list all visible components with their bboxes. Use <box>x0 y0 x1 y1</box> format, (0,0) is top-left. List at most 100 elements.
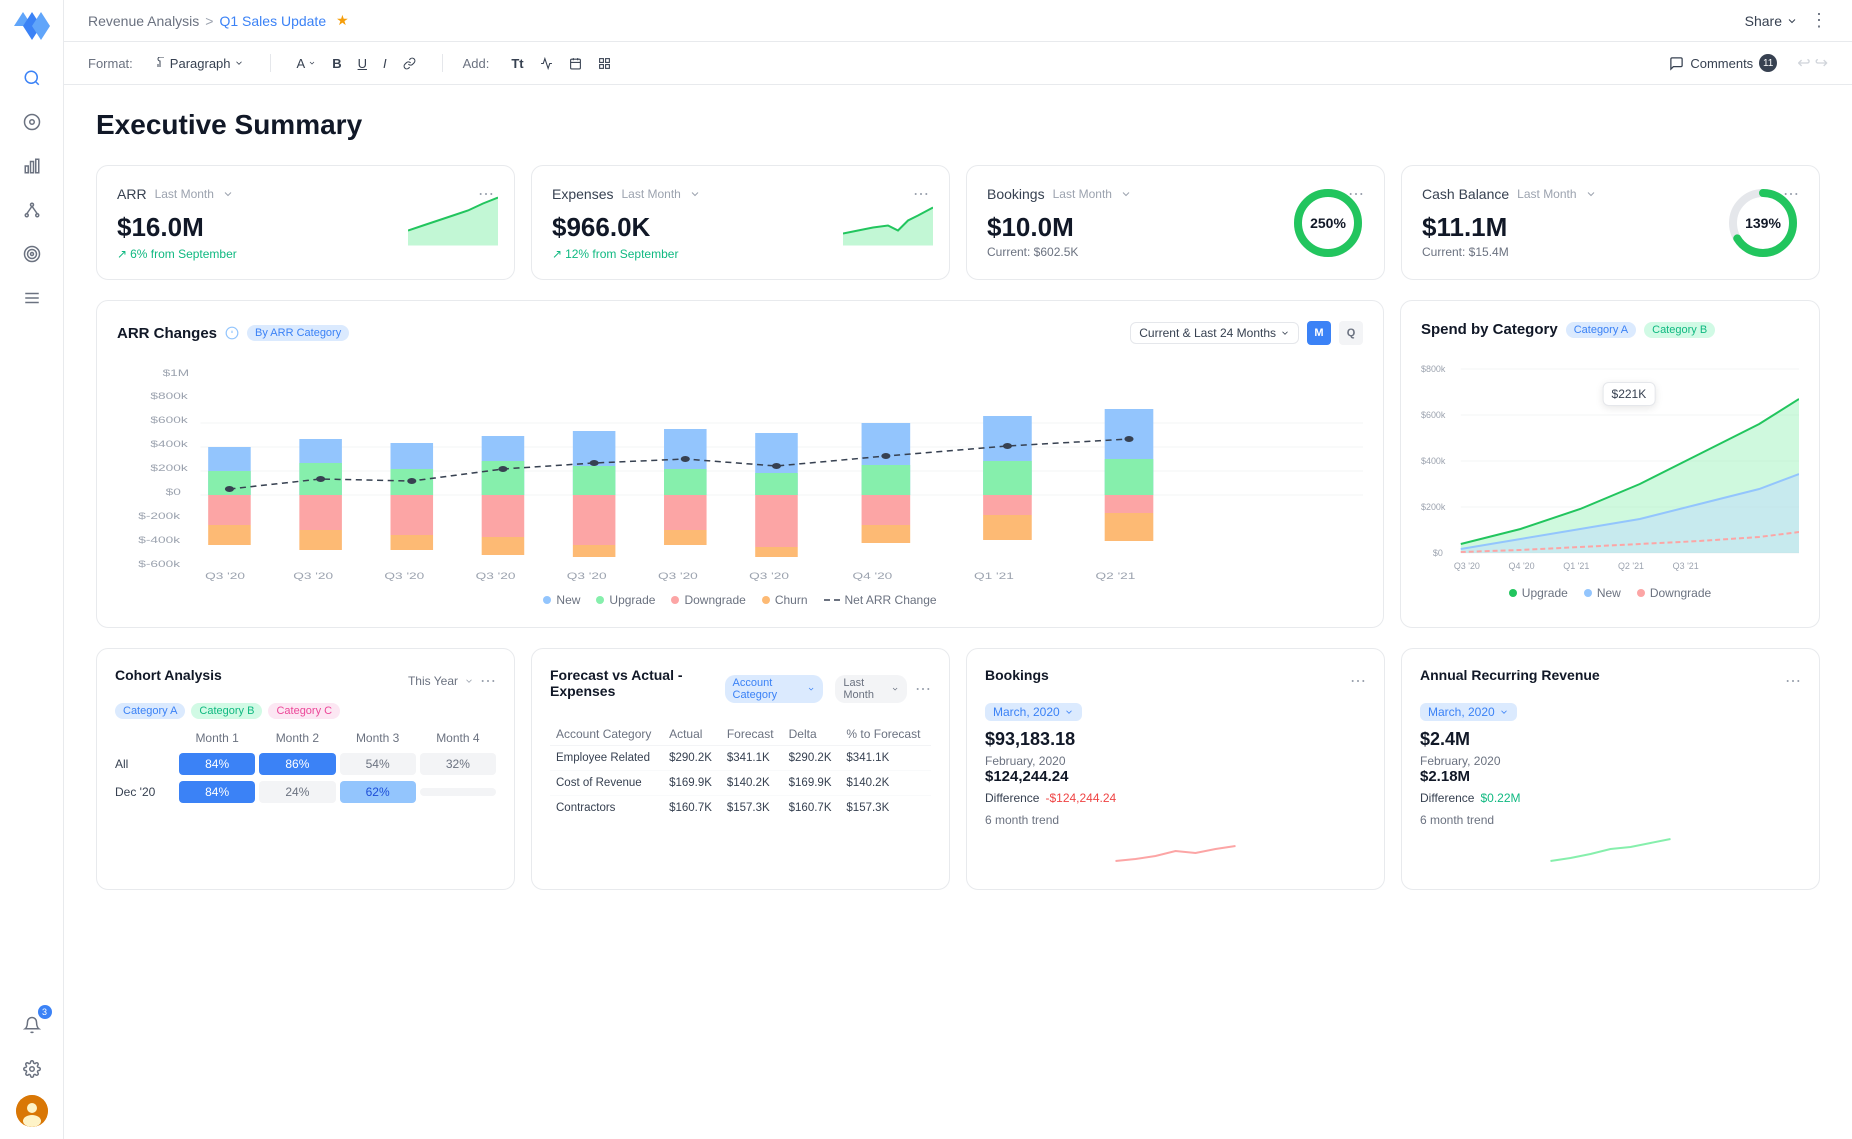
undo-redo-group: ↩ ↪ <box>1797 53 1828 73</box>
svg-text:Q3 '20: Q3 '20 <box>293 572 333 581</box>
svg-text:$0: $0 <box>166 488 181 497</box>
arr-period: Last Month <box>155 187 214 201</box>
more-options-icon[interactable]: ⋮ <box>1810 10 1828 31</box>
arr-trend-label: 6 month trend <box>1420 813 1801 827</box>
metric-card-expenses: Expenses Last Month ⋯ $966.0K ↗12% from … <box>531 165 950 280</box>
legend-upgrade: Upgrade <box>596 593 655 607</box>
svg-text:Q3 '20: Q3 '20 <box>384 572 424 581</box>
main-content: Revenue Analysis > Q1 Sales Update ★ Sha… <box>64 0 1852 1139</box>
app-logo[interactable] <box>14 12 50 40</box>
sidebar-item-network[interactable] <box>14 192 50 228</box>
cash-donut-label: 139% <box>1745 215 1781 231</box>
cohort-table: Month 1 Month 2 Month 3 Month 4 All 84% … <box>115 731 496 803</box>
svg-text:Q2 '21: Q2 '21 <box>1096 572 1136 581</box>
user-avatar[interactable] <box>16 1095 48 1127</box>
cohort-cat-a: Category A <box>115 703 185 719</box>
forecast-more[interactable]: ⋯ <box>915 679 931 699</box>
redo-button[interactable]: ↪ <box>1815 53 1828 73</box>
comments-button[interactable]: Comments 11 <box>1659 50 1787 76</box>
add-text-button[interactable]: Tt <box>505 53 529 74</box>
metric-card-cash: Cash Balance Last Month ⋯ $11.1M Current… <box>1401 165 1820 280</box>
arr-feb-label: February, 2020 <box>1420 754 1801 768</box>
sidebar-item-search[interactable] <box>14 60 50 96</box>
page-title: Executive Summary <box>96 109 1820 141</box>
italic-button[interactable]: I <box>377 53 393 74</box>
favorite-star[interactable]: ★ <box>336 12 349 29</box>
svg-text:$200k: $200k <box>150 464 187 473</box>
forecast-row-1: Cost of Revenue $169.9K $140.2K $169.9K … <box>550 771 931 796</box>
bookings-period-select[interactable]: March, 2020 <box>985 703 1082 721</box>
svg-text:Q4 '20: Q4 '20 <box>1509 561 1535 571</box>
spend-legend-upgrade: Upgrade <box>1509 586 1568 600</box>
svg-text:$400k: $400k <box>1421 456 1446 466</box>
cohort-row-all: All 84% 86% 54% 32% <box>115 753 496 775</box>
arr-btn-q[interactable]: Q <box>1339 321 1363 345</box>
bookings-small-more[interactable]: ⋯ <box>1350 671 1366 691</box>
add-chart-button[interactable] <box>534 54 559 73</box>
bold-button[interactable]: B <box>326 53 347 74</box>
breadcrumb-parent[interactable]: Revenue Analysis <box>88 13 199 29</box>
bookings-feb-label: February, 2020 <box>985 754 1366 768</box>
legend-churn: Churn <box>762 593 808 607</box>
svg-text:Q3 '20: Q3 '20 <box>205 572 245 581</box>
sidebar-item-target[interactable] <box>14 236 50 272</box>
bookings-diff-label: Difference <box>985 791 1039 805</box>
sidebar-item-list[interactable] <box>14 280 50 316</box>
sidebar-item-dashboard[interactable] <box>14 104 50 140</box>
expenses-sparkline-container <box>843 195 933 250</box>
breadcrumb-current[interactable]: Q1 Sales Update <box>219 13 326 29</box>
bookings-period-chevron[interactable] <box>1120 188 1132 200</box>
add-calendar-button[interactable] <box>563 54 588 73</box>
add-grid-button[interactable] <box>592 54 617 73</box>
expenses-sparkline <box>843 195 933 245</box>
format-paragraph-group: Paragraph <box>149 53 250 74</box>
arr-trend-chart <box>1420 831 1801 866</box>
forecast-row-0: Employee Related $290.2K $341.1K $290.2K… <box>550 746 931 771</box>
svg-text:$600k: $600k <box>150 416 187 425</box>
arr-diff-value: $0.22M <box>1480 791 1520 805</box>
sidebar-item-charts[interactable] <box>14 148 50 184</box>
forecast-title: Forecast vs Actual - Expenses <box>550 667 717 699</box>
cohort-categories: Category A Category B Category C <box>115 703 496 719</box>
legend-net-arr: Net ARR Change <box>824 593 937 607</box>
arr-btn-m[interactable]: M <box>1307 321 1331 345</box>
underline-button[interactable]: U <box>352 53 373 74</box>
forecast-badge[interactable]: Account Category <box>725 675 824 703</box>
arr-changes-chart-card: ARR Changes By ARR Category Current & La… <box>96 300 1384 628</box>
arr-info-icon[interactable] <box>225 326 239 340</box>
arr-bar-chart: $1M $800k $600k $400k $200k $0 $-200k $-… <box>117 361 1363 581</box>
svg-text:Q3 '20: Q3 '20 <box>658 572 698 581</box>
expenses-period: Last Month <box>621 187 680 201</box>
forecast-row-2: Contractors $160.7K $157.3K $160.7K $157… <box>550 796 931 821</box>
arr-sparkline-container <box>408 195 498 250</box>
arr-title: ARR <box>117 186 147 202</box>
arr-small-more[interactable]: ⋯ <box>1785 671 1801 691</box>
cohort-period-chevron[interactable] <box>464 676 474 686</box>
legend-downgrade: Downgrade <box>671 593 745 607</box>
format-label: Format: <box>88 56 133 71</box>
arr-period-chevron[interactable] <box>222 188 234 200</box>
forecast-period[interactable]: Last Month <box>835 675 907 703</box>
undo-button[interactable]: ↩ <box>1797 53 1810 73</box>
link-button[interactable] <box>397 54 422 73</box>
sidebar-item-notifications[interactable]: 3 <box>14 1007 50 1043</box>
arr-chart-title: ARR Changes <box>117 325 217 342</box>
arr-period-select[interactable]: Current & Last 24 Months <box>1130 322 1299 344</box>
cash-period-chevron[interactable] <box>1585 188 1597 200</box>
font-size-button[interactable]: A <box>291 53 323 74</box>
bookings-trend-label: 6 month trend <box>985 813 1366 827</box>
expenses-period-chevron[interactable] <box>689 188 701 200</box>
bookings-small-card: Bookings ⋯ March, 2020 $93,183.18 Februa… <box>966 648 1385 890</box>
bookings-diff-value: -$124,244.24 <box>1045 791 1116 805</box>
forecast-table: Account Category Actual Forecast Delta %… <box>550 723 931 820</box>
share-button[interactable]: Share <box>1745 13 1798 29</box>
paragraph-selector[interactable]: Paragraph <box>149 53 250 74</box>
cohort-cat-c: Category C <box>268 703 340 719</box>
arr-small-value2: $2.18M <box>1420 768 1801 785</box>
sidebar-item-settings[interactable] <box>14 1051 50 1087</box>
cohort-more[interactable]: ⋯ <box>480 671 496 691</box>
comments-count: 11 <box>1759 54 1777 72</box>
arr-period-select[interactable]: March, 2020 <box>1420 703 1517 721</box>
metric-cards: ARR Last Month ⋯ $16.0M ↗6% from Septemb… <box>96 165 1820 280</box>
arr-chart-badge: By ARR Category <box>247 325 349 341</box>
